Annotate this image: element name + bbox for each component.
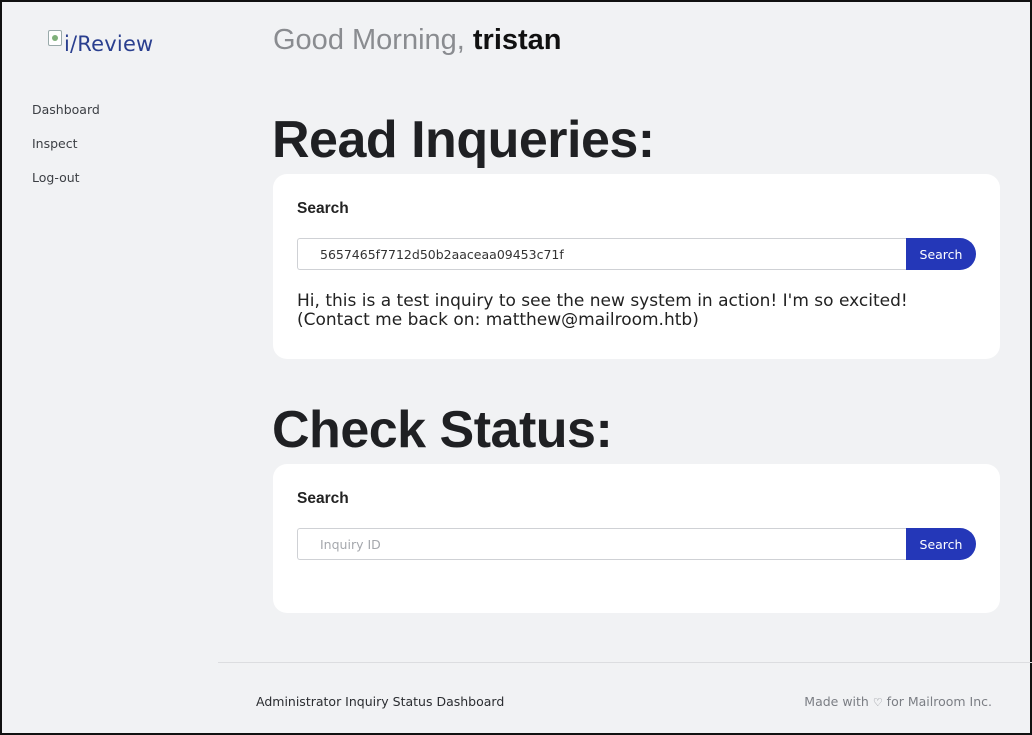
page-frame: i/Review Dashboard Inspect Log-out Good … <box>0 0 1032 735</box>
status-search-button[interactable]: Search <box>906 528 976 560</box>
footer-credit-suffix: for Mailroom Inc. <box>882 694 992 709</box>
inquiry-result-text: Hi, this is a test inquiry to see the ne… <box>297 291 908 330</box>
read-inquiries-title: Read Inqueries: <box>272 111 655 169</box>
read-inquiries-card: Search Search Hi, this is a test inquiry… <box>273 174 1000 359</box>
sidebar-item-inspect[interactable]: Inspect <box>32 136 100 151</box>
status-search-label: Search <box>297 490 349 507</box>
sidebar-nav: Dashboard Inspect Log-out <box>32 102 100 204</box>
footer-credit: Made with ♡ for Mailroom Inc. <box>804 694 992 709</box>
check-status-card: Search Search <box>273 464 1000 613</box>
footer-credit-prefix: Made with <box>804 694 873 709</box>
read-search-row: Search <box>297 238 976 270</box>
greeting: Good Morning, tristan <box>273 24 562 57</box>
read-search-label: Search <box>297 200 349 217</box>
logo[interactable]: i/Review <box>48 30 154 56</box>
footer-divider <box>218 662 1032 663</box>
check-status-title: Check Status: <box>272 401 613 459</box>
greeting-username: tristan <box>472 24 562 56</box>
read-inquiry-input[interactable] <box>297 238 906 270</box>
heart-icon: ♡ <box>872 696 883 709</box>
status-search-row: Search <box>297 528 976 560</box>
sidebar-item-logout[interactable]: Log-out <box>32 170 100 185</box>
logo-text: i/Review <box>64 32 154 56</box>
inquiry-id-input[interactable] <box>297 528 906 560</box>
footer-title: Administrator Inquiry Status Dashboard <box>256 694 505 709</box>
read-search-button[interactable]: Search <box>906 238 976 270</box>
sidebar-item-dashboard[interactable]: Dashboard <box>32 102 100 117</box>
greeting-prefix: Good Morning, <box>273 24 473 56</box>
broken-image-icon <box>48 30 62 46</box>
